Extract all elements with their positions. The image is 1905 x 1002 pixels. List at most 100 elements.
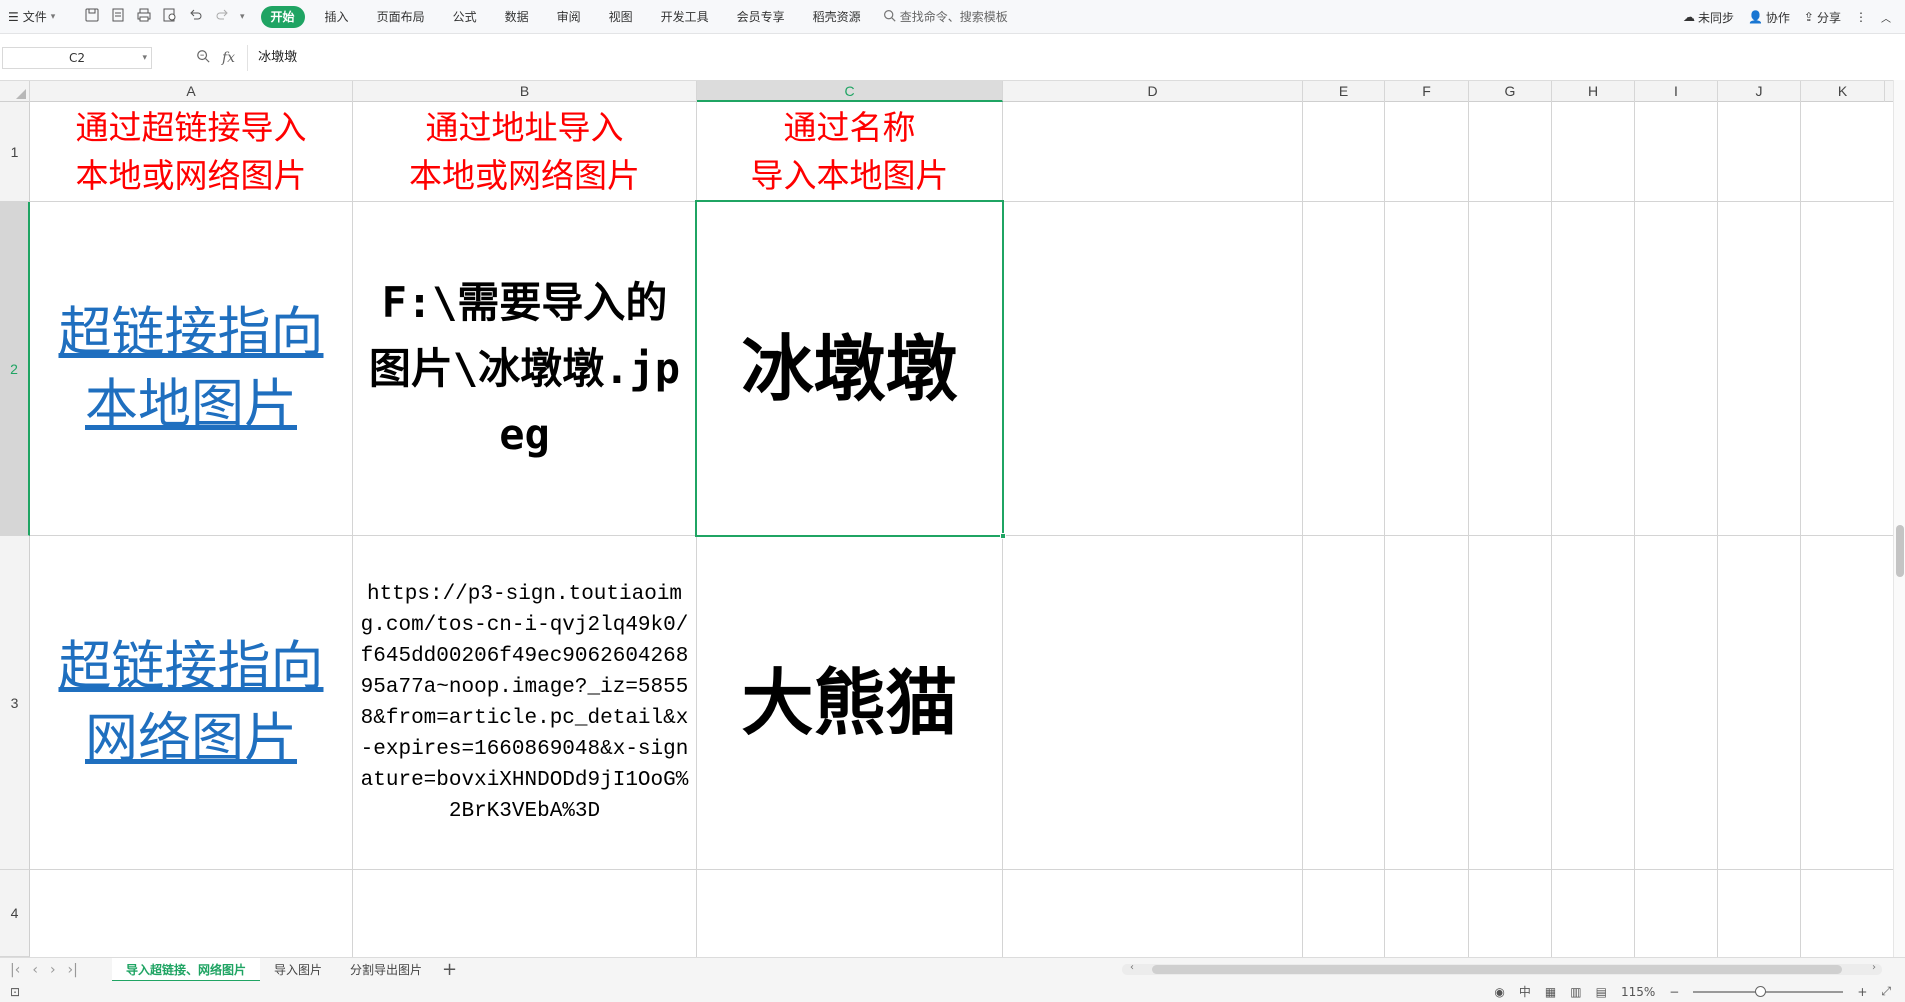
function-icon[interactable]: fx [222, 50, 235, 66]
cell-c1[interactable]: 通过名称 导入本地图片 [697, 102, 1002, 201]
zoom-slider-knob[interactable] [1755, 985, 1767, 997]
column-header-j[interactable]: J [1718, 81, 1801, 102]
cell-a1[interactable]: 通过超链接导入 本地或网络图片 [30, 102, 352, 201]
cell-c1-line2: 导入本地图片 [750, 155, 949, 195]
formula-input[interactable]: 冰墩墩 [247, 45, 1905, 71]
ribbon-tabs: 开始 插入 页面布局 公式 数据 审阅 视图 开发工具 会员专享 稻壳资源 [260, 5, 875, 28]
hyperlink-web-image[interactable]: 超链接指向 网络图片 [59, 631, 324, 775]
scroll-right-icon[interactable]: › [1872, 962, 1876, 973]
cell-b1[interactable]: 通过地址导入 本地或网络图片 [353, 102, 696, 201]
menubar-right: ☁ 未同步 👤 协作 ⇪ 分享 ⋮ ︿ [1683, 0, 1891, 34]
horizontal-scroll-thumb[interactable] [1152, 965, 1842, 974]
column-header-b[interactable]: B [353, 81, 697, 102]
more-icon[interactable]: ▾ [240, 12, 245, 22]
zoom-icon[interactable] [196, 49, 210, 67]
cell-a3[interactable]: 超链接指向 网络图片 [30, 536, 352, 869]
share-icon: ⇪ [1803, 10, 1814, 24]
tab-insert[interactable]: 插入 [311, 6, 363, 28]
user-icon: 👤 [1747, 10, 1763, 24]
zoom-slider[interactable] [1693, 985, 1844, 997]
collab-button[interactable]: 👤 协作 [1748, 9, 1790, 26]
column-header-h[interactable]: H [1552, 81, 1635, 102]
scroll-left-icon[interactable]: ‹ [1130, 962, 1134, 973]
last-sheet-icon[interactable]: ›| [68, 962, 78, 978]
fill-handle[interactable] [1000, 533, 1006, 539]
tab-data[interactable]: 数据 [491, 6, 543, 28]
fullscreen-icon[interactable]: ⤢ [1881, 984, 1891, 999]
search-placeholder: 查找命令、搜索模板 [899, 10, 1008, 24]
command-search[interactable]: 查找命令、搜索模板 [883, 8, 1008, 25]
file-menu[interactable]: ☰ 文件 ▾ [0, 8, 80, 25]
zoom-level[interactable]: 115% [1621, 985, 1655, 999]
tab-member[interactable]: 会员专享 [723, 6, 799, 28]
row-header-1[interactable]: 1 [0, 102, 30, 202]
vertical-scroll-thumb[interactable] [1896, 525, 1904, 577]
prev-sheet-icon[interactable]: ‹ [32, 962, 38, 978]
print-preview-icon[interactable] [162, 7, 178, 26]
chevron-down-icon: ▾ [142, 53, 147, 63]
collapse-ribbon-icon[interactable]: ︿ [1881, 10, 1891, 25]
formula-bar: C2 ▾ fx 冰墩墩 [0, 43, 1905, 73]
row-header-3[interactable]: 3 [0, 536, 30, 870]
select-all-corner[interactable] [0, 81, 30, 102]
next-sheet-icon[interactable]: › [50, 962, 56, 978]
vertical-scrollbar[interactable] [1893, 80, 1905, 957]
column-header-a[interactable]: A [30, 81, 353, 102]
undo-icon[interactable] [188, 7, 204, 26]
tab-page-layout[interactable]: 页面布局 [363, 6, 439, 28]
sync-label: 未同步 [1697, 10, 1734, 25]
column-header-c[interactable]: C [697, 81, 1003, 102]
cell-c3[interactable]: 大熊猫 [697, 536, 1002, 869]
more-options-icon[interactable]: ⋮ [1855, 10, 1867, 24]
save-icon[interactable] [84, 7, 100, 26]
sync-button[interactable]: ☁ 未同步 [1683, 9, 1734, 26]
column-header-g[interactable]: G [1469, 81, 1552, 102]
column-header-k[interactable]: K [1801, 81, 1885, 102]
cell-b2-text: F:\需要导入的图片\冰墩墩.jpeg [368, 277, 681, 459]
sheet-tab-2[interactable]: 导入图片 [260, 958, 336, 982]
cell-a2[interactable]: 超链接指向 本地图片 [30, 202, 352, 535]
cloud-icon: ☁ [1682, 10, 1695, 24]
tab-view[interactable]: 视图 [595, 6, 647, 28]
redo-icon[interactable] [214, 7, 230, 26]
column-header-i[interactable]: I [1635, 81, 1718, 102]
export-pdf-icon[interactable] [110, 7, 126, 26]
tab-developer[interactable]: 开发工具 [647, 6, 723, 28]
cell-a1-line1: 通过超链接导入 [75, 107, 307, 147]
formula-tools: fx [196, 49, 235, 67]
row-header-2[interactable]: 2 [0, 202, 30, 536]
tab-home[interactable]: 开始 [260, 5, 305, 28]
first-sheet-icon[interactable]: |‹ [10, 962, 20, 978]
sheet-tab-bar: |‹ ‹ › ›| 导入超链接、网络图片 导入图片 分割导出图片 + ‹ › [0, 957, 1905, 982]
input-method-icon[interactable]: 中 [1519, 983, 1531, 1000]
page-break-view-icon[interactable]: ▤ [1596, 985, 1607, 999]
row-header-4[interactable]: 4 [0, 870, 30, 957]
share-button[interactable]: ⇪ 分享 [1804, 9, 1841, 26]
normal-view-icon[interactable]: ▦ [1545, 985, 1556, 999]
sheet-tab-3[interactable]: 分割导出图片 [336, 958, 436, 982]
column-header-f[interactable]: F [1385, 81, 1469, 102]
tab-review[interactable]: 审阅 [543, 6, 595, 28]
cell-b3[interactable]: https://p3-sign.toutiaoimg.com/tos-cn-i-… [353, 536, 696, 869]
macro-record-icon[interactable]: ⊡ [0, 985, 20, 999]
sheet-tab-1[interactable]: 导入超链接、网络图片 [112, 957, 261, 982]
column-header-d[interactable]: D [1003, 81, 1303, 102]
zoom-in-icon[interactable]: + [1857, 985, 1867, 999]
cell-b1-line1: 通过地址导入 [425, 107, 624, 147]
cell-b1-line2: 本地或网络图片 [409, 155, 640, 195]
hyperlink-local-image[interactable]: 超链接指向 本地图片 [59, 297, 324, 441]
column-header-e[interactable]: E [1303, 81, 1385, 102]
cell-b2[interactable]: F:\需要导入的图片\冰墩墩.jpeg [353, 202, 696, 535]
horizontal-scrollbar[interactable]: ‹ › [1122, 962, 1882, 975]
tab-resources[interactable]: 稻壳资源 [799, 6, 875, 28]
add-sheet-icon[interactable]: + [442, 959, 457, 980]
cell-c1-line1: 通过名称 [783, 107, 916, 147]
status-bar: ⊡ ◉ 中 ▦ ▥ ▤ 115% − + ⤢ [0, 981, 1905, 1002]
print-icon[interactable] [136, 7, 152, 26]
page-layout-view-icon[interactable]: ▥ [1570, 985, 1581, 999]
tab-formulas[interactable]: 公式 [439, 6, 491, 28]
sheet-grid[interactable]: 通过超链接导入 本地或网络图片 通过地址导入 本地或网络图片 通过名称 导入本地… [30, 102, 1905, 957]
name-box[interactable]: C2 ▾ [2, 47, 152, 69]
zoom-out-icon[interactable]: − [1669, 985, 1679, 999]
eye-protection-icon[interactable]: ◉ [1494, 985, 1504, 999]
